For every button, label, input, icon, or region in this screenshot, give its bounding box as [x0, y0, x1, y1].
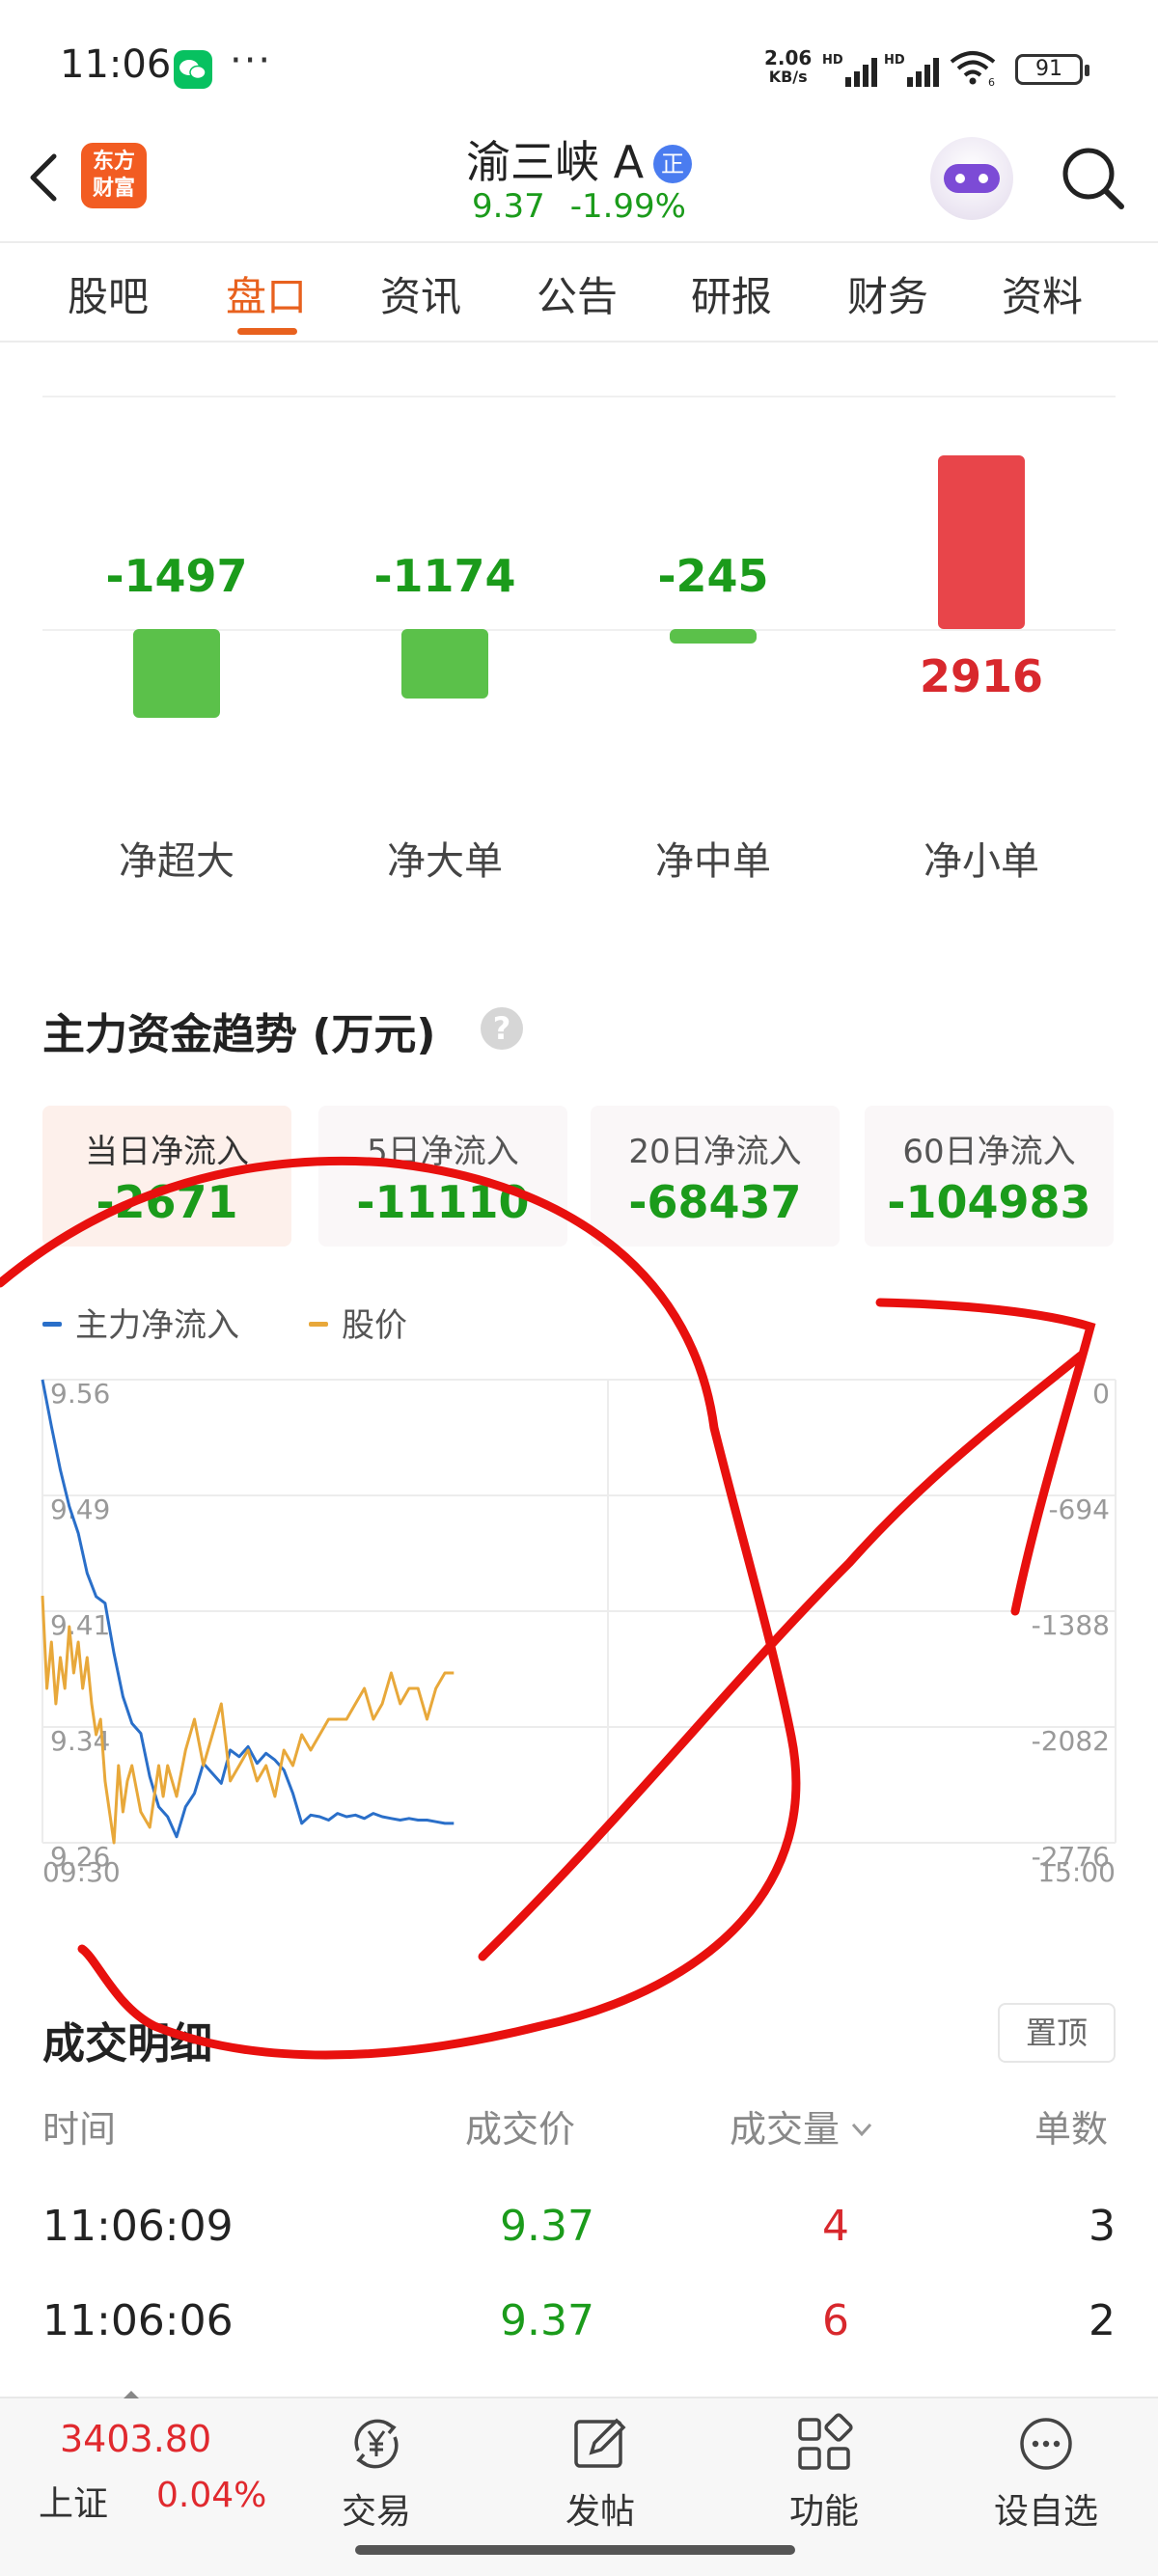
- trade-volume: 4: [822, 2202, 849, 2251]
- cell-signal-2-icon: HD: [884, 53, 939, 87]
- flow-label-3: 净小单: [924, 839, 1039, 884]
- flow-bar-2: [670, 629, 757, 644]
- stock-name: 渝三峡 A: [465, 136, 645, 188]
- legend-main-inflow: 主力净流入: [42, 1299, 239, 1346]
- svg-text:HD: HD: [884, 53, 905, 68]
- period-tab-today[interactable]: 当日净流入 -2671: [42, 1106, 291, 1247]
- flow-label-0: 净超大: [119, 839, 234, 884]
- trade-detail-title: 成交明细: [42, 2019, 212, 2069]
- stock-tag-badge: 正: [653, 145, 693, 183]
- active-tab-indicator: [237, 328, 297, 335]
- wifi-icon: 6: [950, 51, 996, 87]
- status-more-indicator: ···: [230, 39, 273, 83]
- left-tick-label: 9.56: [50, 1378, 110, 1410]
- tab-profile[interactable]: 资料: [1002, 264, 1083, 323]
- grid-apps-icon: [798, 2413, 853, 2470]
- help-icon[interactable]: ?: [481, 1007, 523, 1050]
- more-circle-icon: [1020, 2418, 1072, 2470]
- nav-trade[interactable]: 交易: [309, 2412, 444, 2534]
- col-time: 时间: [42, 2108, 117, 2151]
- index-change[interactable]: 0.04%: [156, 2476, 266, 2515]
- section-tabs: 股吧 盘口 资讯 公告 研报 财务 资料: [0, 241, 1158, 343]
- flow-value-2: -245: [657, 550, 769, 602]
- stock-header: 东方 财富 渝三峡 A正 9.37 -1.99%: [0, 125, 1158, 241]
- stock-price: 9.37: [472, 187, 545, 226]
- right-tick-label: -1388: [1032, 1609, 1110, 1641]
- flow-value-1: -1174: [373, 550, 516, 602]
- col-price: 成交价: [465, 2108, 576, 2151]
- legend-stock-price: 股价: [309, 1299, 407, 1346]
- period-tab-60d[interactable]: 60日净流入 -104983: [865, 1106, 1114, 1247]
- nav-functions[interactable]: 功能: [757, 2412, 892, 2534]
- home-indicator[interactable]: [355, 2545, 795, 2555]
- flow-label-2: 净中单: [655, 839, 771, 884]
- tab-news[interactable]: 资讯: [380, 264, 461, 323]
- tab-pankou[interactable]: 盘口: [226, 264, 307, 323]
- trade-price: 9.37: [500, 2296, 594, 2345]
- tab-announcements[interactable]: 公告: [537, 264, 618, 323]
- index-value[interactable]: 3403.80: [60, 2418, 211, 2460]
- chevron-down-icon: [851, 2123, 872, 2137]
- period-tab-5d[interactable]: 5日净流入 -11110: [318, 1106, 567, 1247]
- fund-flow-bars: -1497 净超大 -1174 净大单 -245 净中单 2916 净小单: [42, 396, 1116, 897]
- flow-value-0: -1497: [105, 550, 248, 602]
- svg-text:6: 6: [988, 76, 995, 87]
- right-tick-label: -694: [1048, 1494, 1110, 1525]
- svg-text:HD: HD: [822, 53, 843, 68]
- stock-change-pct: -1.99%: [569, 187, 686, 226]
- flow-value-3: 2916: [919, 650, 1044, 702]
- pin-to-top-button[interactable]: 置顶: [998, 2003, 1116, 2063]
- flow-bar-1: [401, 629, 488, 699]
- expand-up-icon[interactable]: [122, 2389, 141, 2398]
- trade-count: 3: [1089, 2202, 1116, 2251]
- trade-yen-icon: [354, 2419, 399, 2469]
- edit-post-icon: [574, 2418, 626, 2468]
- trade-time: 11:06:09: [42, 2202, 234, 2251]
- index-name[interactable]: 上证: [39, 2476, 108, 2526]
- right-tick-label: 0: [1092, 1378, 1110, 1410]
- wechat-notification-icon: [174, 50, 212, 89]
- status-bar: 11:06 ··· 2.06 KB/s HD HD 6 91: [0, 0, 1158, 125]
- flow-bar-3: [938, 455, 1025, 629]
- nav-add-watchlist[interactable]: 设自选: [979, 2412, 1114, 2534]
- trade-count: 2: [1089, 2296, 1116, 2345]
- trade-price: 9.37: [500, 2202, 594, 2251]
- x-end-label: 15:00: [1037, 1856, 1116, 1888]
- cell-signal-icon: HD: [822, 53, 877, 87]
- table-row: 11:06:09 9.37 4 3: [0, 2202, 1158, 2288]
- x-start-label: 09:30: [42, 1856, 121, 1888]
- trend-title: 主力资金趋势 (万元): [42, 1010, 436, 1059]
- flow-label-1: 净大单: [387, 839, 503, 884]
- status-time: 11:06: [60, 42, 172, 87]
- network-speed: 2.06 KB/s: [764, 46, 813, 86]
- period-tab-20d[interactable]: 20日净流入 -68437: [591, 1106, 840, 1247]
- right-tick-label: -2082: [1032, 1725, 1110, 1757]
- tab-guba[interactable]: 股吧: [68, 264, 149, 323]
- tab-finance[interactable]: 财务: [847, 264, 928, 323]
- left-tick-label: 9.49: [50, 1494, 110, 1525]
- assistant-robot-avatar[interactable]: [930, 137, 1013, 220]
- search-icon[interactable]: [1056, 141, 1129, 214]
- red-marker-annotation: [0, 1156, 1096, 2060]
- left-tick-label: 9.41: [50, 1609, 110, 1641]
- col-count: 单数: [1034, 2108, 1109, 2151]
- table-row: 11:06:06 9.37 6 2: [0, 2296, 1158, 2383]
- flow-bar-0: [133, 629, 220, 719]
- col-volume-sort[interactable]: 成交量: [730, 2099, 876, 2152]
- trade-time: 11:06:06: [42, 2296, 234, 2345]
- tab-research[interactable]: 研报: [691, 264, 772, 323]
- fund-trend-chart: 9.569.499.419.349.260-694-1388-2082-2776…: [41, 1378, 1117, 1888]
- trade-volume: 6: [822, 2296, 849, 2345]
- nav-post[interactable]: 发帖: [533, 2412, 668, 2534]
- battery-indicator: 91: [1015, 54, 1089, 85]
